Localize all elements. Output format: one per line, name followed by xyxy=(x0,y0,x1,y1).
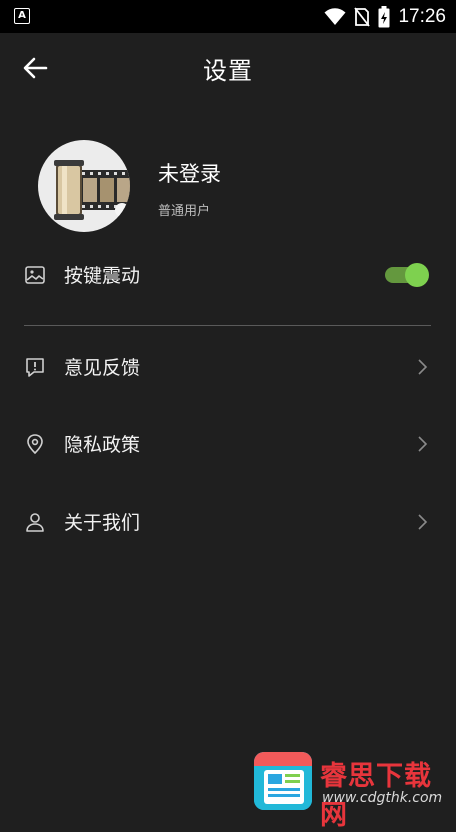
chevron-right-icon xyxy=(418,514,428,530)
settings-row-about[interactable]: 关于我们 xyxy=(0,495,456,547)
a-letter-icon: A xyxy=(14,8,30,24)
battery-charging-icon xyxy=(378,5,390,27)
no-sim-icon xyxy=(354,6,371,27)
site-watermark: 睿思下载网 www.cdgthk.com xyxy=(250,750,456,831)
avatar[interactable] xyxy=(38,140,130,232)
chevron-right-icon xyxy=(418,436,428,452)
about-label: 关于我们 xyxy=(64,512,141,534)
feedback-label: 意见反馈 xyxy=(64,357,141,379)
chevron-right-icon xyxy=(418,359,428,375)
feedback-icon xyxy=(26,358,44,377)
top-app-bar: 设置 xyxy=(0,33,456,101)
film-roll-icon xyxy=(54,160,130,220)
privacy-label: 隐私政策 xyxy=(64,434,141,456)
settings-row-privacy[interactable]: 隐私政策 xyxy=(0,417,456,469)
settings-row-feedback[interactable]: 意见反馈 xyxy=(0,340,456,392)
user-type-label: 普通用户 xyxy=(158,204,211,219)
status-bar: A 17:26 xyxy=(0,0,456,33)
section-divider xyxy=(24,325,431,326)
vibration-label: 按键震动 xyxy=(64,265,141,287)
watermark-url: www.cdgthk.com xyxy=(322,790,443,806)
username: 未登录 xyxy=(158,162,221,186)
clock-time: 17:26 xyxy=(398,5,446,27)
page-title: 设置 xyxy=(203,57,253,85)
watermark-logo-icon xyxy=(254,752,312,810)
location-shield-icon xyxy=(27,434,43,455)
vibration-toggle[interactable] xyxy=(385,263,429,287)
settings-row-vibration: 按键震动 xyxy=(0,248,456,300)
wifi-icon xyxy=(324,7,346,25)
image-icon xyxy=(25,266,45,284)
profile-section[interactable]: 未登录 普通用户 xyxy=(36,138,436,233)
person-icon xyxy=(26,513,44,532)
